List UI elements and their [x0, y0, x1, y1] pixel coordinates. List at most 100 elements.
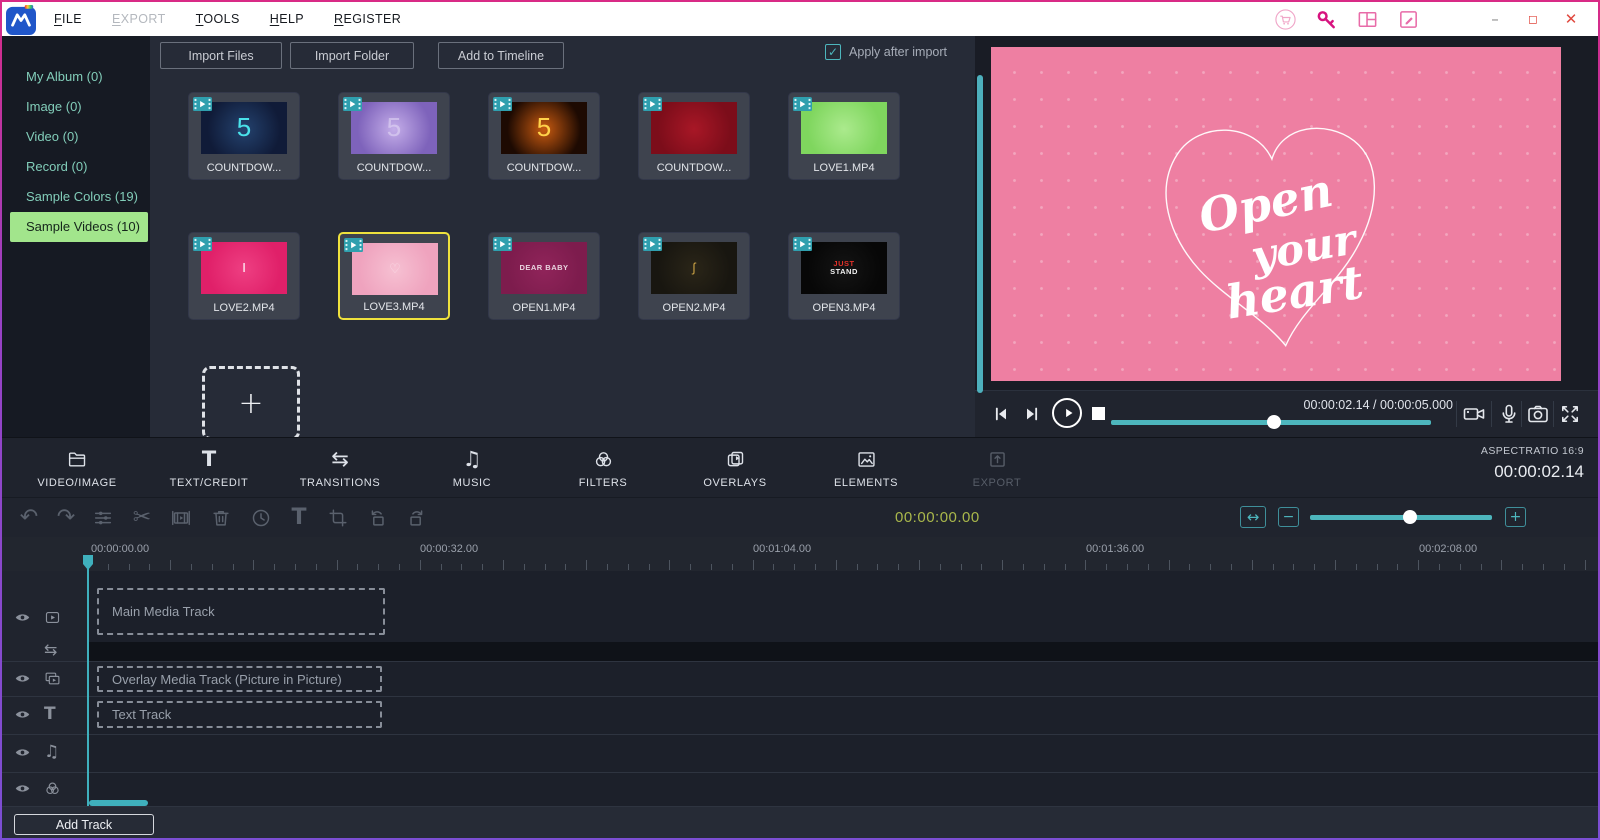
fullscreen-button[interactable]	[1558, 402, 1584, 428]
rotate-right-button[interactable]	[404, 505, 430, 531]
track-placeholder-label: Overlay Media Track (Picture in Picture)	[112, 672, 342, 687]
import-files-button[interactable]: Import Files	[160, 42, 282, 69]
separator	[1553, 401, 1554, 427]
ruler-tick	[1356, 564, 1357, 570]
track-visibility-toggle-eye-icon[interactable]	[14, 670, 31, 687]
ruler-tick	[1023, 564, 1024, 570]
media-item[interactable]: JUSTSTANDOPEN3.MP4	[788, 232, 900, 320]
menu-item-file[interactable]: FILE	[54, 12, 82, 26]
layout-panels-icon[interactable]	[1355, 7, 1379, 31]
snapshot-button[interactable]	[1526, 402, 1552, 428]
media-item[interactable]: 5COUNTDOW...	[488, 92, 600, 180]
window-controls: –◻✕	[1476, 2, 1590, 36]
rotate-left-button[interactable]	[364, 505, 390, 531]
tab-label: FILTERS	[541, 477, 665, 489]
ruler-tick	[108, 564, 109, 570]
sidebar-item-sample[interactable]: Sample Colors (19)	[10, 182, 148, 212]
add-track-button[interactable]: Add Track	[14, 814, 154, 835]
track-visibility-toggle-eye-icon[interactable]	[14, 706, 31, 723]
import-folder-button[interactable]: Import Folder	[290, 42, 414, 69]
media-thumbnail: 5	[351, 102, 437, 154]
media-item-label: OPEN1.MP4	[489, 302, 599, 314]
ruler-tick	[1418, 560, 1419, 570]
sidebar-item-sample[interactable]: Sample Videos (10)	[10, 212, 148, 242]
crop-button[interactable]	[325, 505, 351, 531]
sidebar-item-record[interactable]: Record (0)	[10, 152, 148, 182]
record-voiceover-button[interactable]	[1497, 402, 1523, 428]
play-button[interactable]	[1052, 398, 1082, 428]
tab-export[interactable]: EXPORT	[935, 447, 1059, 489]
zoom-slider-knob[interactable]	[1403, 510, 1417, 524]
library-scrollbar[interactable]	[977, 75, 983, 393]
menu-item-export[interactable]: EXPORT	[112, 12, 166, 26]
ruler-tick	[1335, 560, 1336, 570]
tab-overlays[interactable]: OVERLAYS	[673, 447, 797, 489]
add-text-button[interactable]: T	[286, 505, 312, 531]
preview-progress-knob[interactable]	[1267, 415, 1281, 429]
stop-button[interactable]	[1092, 407, 1105, 420]
transition-lane	[89, 642, 1598, 661]
detach-button[interactable]	[168, 505, 194, 531]
music-icon: ♫	[410, 447, 534, 471]
next-frame-button[interactable]	[1020, 402, 1044, 426]
tab-music[interactable]: ♫MUSIC	[410, 447, 534, 489]
timeline-zoom-slider[interactable]	[1310, 515, 1492, 520]
track-dropzone-pip[interactable]: Overlay Media Track (Picture in Picture)	[97, 666, 382, 692]
media-item[interactable]: COUNTDOW...	[638, 92, 750, 180]
media-item[interactable]: ♡LOVE3.MP4	[338, 232, 450, 320]
timeline-ruler[interactable]: 00:00:00.0000:00:32.0000:01:04.0000:01:3…	[2, 537, 1598, 571]
tab-elements[interactable]: ELEMENTS	[804, 447, 928, 489]
edit-pencil-icon[interactable]	[1396, 7, 1420, 31]
menu-item-tools[interactable]: TOOLS	[196, 12, 240, 26]
media-item-label: LOVE2.MP4	[189, 302, 299, 314]
sidebar-item-my[interactable]: My Album (0)	[10, 62, 148, 92]
media-thumbnail: ʃ	[651, 242, 737, 294]
track-type-text-icon: T	[44, 706, 56, 723]
cut-button[interactable]: ✂	[129, 505, 155, 531]
close-button[interactable]: ✕	[1552, 4, 1590, 34]
add-to-timeline-button[interactable]: Add to Timeline	[438, 42, 564, 69]
tab-filters[interactable]: FILTERS	[541, 447, 665, 489]
media-item[interactable]: ʃOPEN2.MP4	[638, 232, 750, 320]
track-visibility-toggle-eye-icon[interactable]	[14, 744, 31, 761]
add-media-button[interactable]: +	[202, 366, 300, 437]
menu-item-register[interactable]: REGISTER	[334, 12, 401, 26]
ruler-tick	[420, 560, 421, 570]
titlebar: FILE EXPORT TOOLS HELP REGISTER –◻✕	[2, 2, 1598, 36]
media-item[interactable]: 5COUNTDOW...	[188, 92, 300, 180]
tab-video-image[interactable]: VIDEO/IMAGE	[15, 447, 139, 489]
duration-button[interactable]	[248, 505, 274, 531]
tab-transitions[interactable]: ⇆TRANSITIONS	[278, 447, 402, 489]
maximize-button[interactable]: ◻	[1514, 4, 1552, 34]
media-item[interactable]: DEAR BABYOPEN1.MP4	[488, 232, 600, 320]
apply-after-import-checkbox[interactable]: ✓	[825, 44, 841, 60]
adjust-button[interactable]	[90, 505, 116, 531]
media-item[interactable]: 5COUNTDOW...	[338, 92, 450, 180]
ruler-tick	[337, 560, 338, 570]
media-item[interactable]: LOVE1.MP4	[788, 92, 900, 180]
track-visibility-toggle-eye-icon[interactable]	[14, 780, 31, 797]
track-dropzone-text[interactable]: Text Track	[97, 701, 382, 728]
track-dropzone-video[interactable]: Main Media Track	[97, 588, 385, 635]
delete-button[interactable]	[208, 505, 234, 531]
track-visibility-toggle-eye-icon[interactable]	[14, 609, 31, 626]
tab-text-credit[interactable]: TTEXT/CREDIT	[147, 447, 271, 489]
sidebar-item-video[interactable]: Video (0)	[10, 122, 148, 152]
zoom-out-button[interactable]: −	[1278, 507, 1299, 527]
previous-frame-button[interactable]	[989, 402, 1013, 426]
undo-button[interactable]: ↶	[16, 505, 42, 531]
record-screen-button[interactable]	[1462, 402, 1488, 428]
sidebar-item-image[interactable]: Image (0)	[10, 92, 148, 122]
redo-button[interactable]: ↷	[53, 505, 79, 531]
zoom-fit-button[interactable]: ↔	[1240, 506, 1266, 528]
playhead-line[interactable]	[87, 568, 89, 806]
separator	[1456, 401, 1457, 427]
minimize-button[interactable]: –	[1476, 4, 1514, 34]
media-item[interactable]: ILOVE2.MP4	[188, 232, 300, 320]
zoom-in-button[interactable]: +	[1505, 507, 1526, 527]
preview-progress-slider[interactable]	[1111, 420, 1431, 425]
activation-key-icon[interactable]	[1314, 7, 1338, 31]
store-cart-icon[interactable]	[1273, 7, 1297, 31]
resource-tabbar: ASPECTRATIO 16:9 00:00:02.14 VIDEO/IMAGE…	[2, 437, 1598, 498]
menu-item-help[interactable]: HELP	[270, 12, 304, 26]
